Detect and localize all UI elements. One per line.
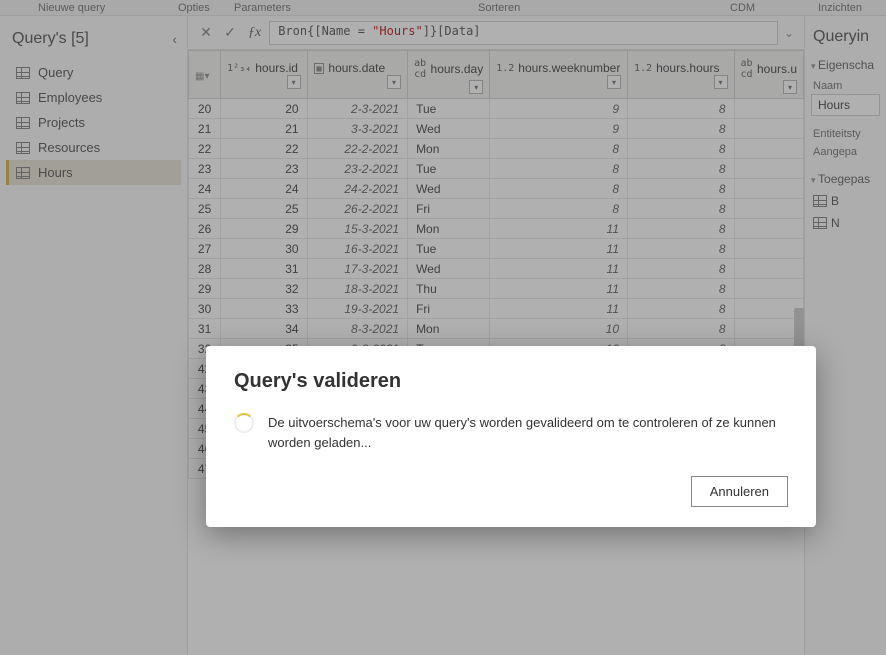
dialog-message: De uitvoerschema's voor uw query's worde…: [268, 413, 788, 452]
modal-overlay: Query's valideren De uitvoerschema's voo…: [0, 0, 886, 655]
spinner-icon: [234, 413, 254, 433]
validate-queries-dialog: Query's valideren De uitvoerschema's voo…: [206, 346, 816, 527]
cancel-button[interactable]: Annuleren: [691, 476, 788, 507]
dialog-title: Query's valideren: [234, 370, 788, 393]
